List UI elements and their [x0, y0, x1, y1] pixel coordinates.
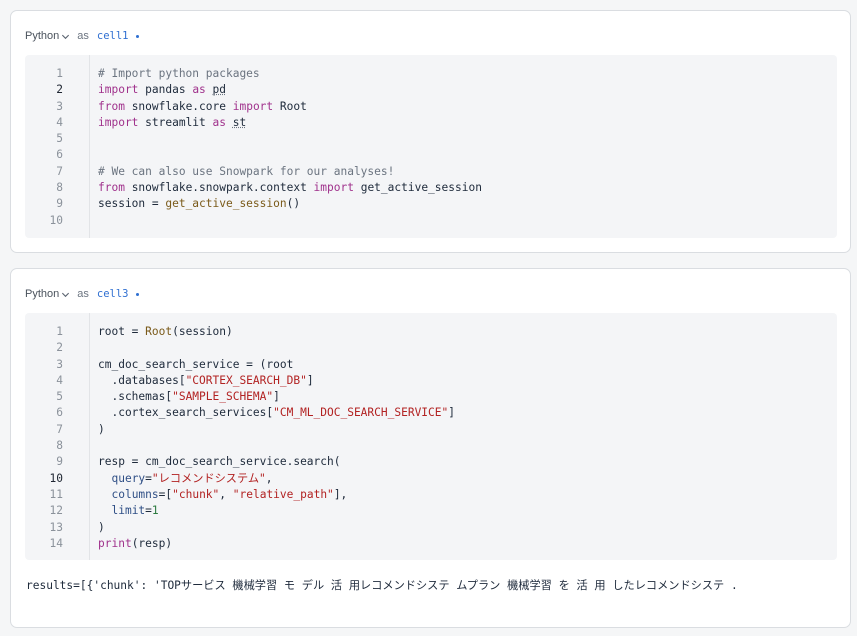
chevron-down-icon [62, 34, 70, 39]
code-line[interactable]: 10 [25, 213, 837, 229]
code-line[interactable]: 11 columns=["chunk", "relative_path"], [25, 487, 837, 503]
as-label: as [77, 288, 89, 300]
code-line[interactable]: 4 .databases["CORTEX_SEARCH_DB"] [25, 373, 837, 389]
line-number: 3 [56, 357, 63, 371]
cell-header: Python as cell3 [25, 286, 140, 302]
code-line[interactable]: 5 [25, 131, 837, 147]
line-number: 7 [56, 164, 63, 178]
code-text: .databases["CORTEX_SEARCH_DB"] [98, 373, 314, 387]
code-line[interactable]: 7) [25, 422, 837, 438]
code-editor[interactable]: 1 # Import python packages 2 import pandas … [25, 55, 837, 238]
code-line[interactable]: 5 .schemas["SAMPLE_SCHEMA"] [25, 389, 837, 405]
code-line[interactable]: 6 .cortex_search_services["CM_ML_DOC_SEA… [25, 405, 837, 421]
code-line[interactable]: 3 cm_doc_search_service = (root [25, 357, 837, 373]
line-number: 12 [49, 504, 63, 518]
code-text: print(resp) [98, 536, 173, 550]
line-number: 11 [49, 487, 63, 501]
code-line[interactable]: 3 from snowflake.core import Root [25, 99, 837, 115]
line-number: 8 [56, 181, 63, 195]
code-lines: 1 root = Root(session) 2 3 cm_doc_search_ser… [25, 324, 837, 552]
line-number: 8 [56, 439, 63, 453]
line-number: 7 [56, 422, 63, 436]
line-number: 10 [49, 213, 63, 227]
line-number: 6 [56, 406, 63, 420]
code-line[interactable]: 9 session = get_active_session() [25, 196, 837, 212]
code-line[interactable]: 14 print(resp) [25, 536, 837, 552]
cell-name-field[interactable]: cell3 [97, 288, 129, 300]
code-text: # We can also use Snowpark for our analy… [98, 164, 395, 178]
line-number: 9 [56, 455, 63, 469]
code-text: query="レコメンドシステム", [111, 471, 273, 485]
line-number: 5 [56, 390, 63, 404]
chevron-down-icon [62, 292, 70, 297]
cell-output: results=[{'chunk': 'TOPサービス 機械学習 モ デル 活 … [26, 579, 738, 592]
code-text: .cortex_search_services["CM_ML_DOC_SEARC… [98, 406, 455, 420]
line-number: 14 [49, 536, 63, 550]
code-line[interactable]: 1 # Import python packages [25, 66, 837, 82]
code-line[interactable]: 9 resp = cm_doc_search_service.search( [25, 454, 837, 470]
line-number: 10 [49, 471, 63, 485]
code-text: session = get_active_session() [98, 197, 301, 211]
line-number: 2 [56, 83, 63, 97]
code-text: limit=1 [111, 504, 159, 518]
code-line[interactable]: 12 limit=1 [25, 503, 837, 519]
code-line[interactable]: 4 import streamlit as st [25, 115, 837, 131]
code-text: # Import python packages [98, 67, 260, 80]
notebook-cell-3[interactable]: Python as cell3 1 root = Root(session) 2 3 c… [10, 268, 851, 628]
line-number: 1 [56, 325, 63, 338]
code-line[interactable]: 2 import pandas as pd [25, 82, 837, 98]
line-number: 13 [49, 520, 63, 534]
as-label: as [77, 30, 89, 42]
line-number: 4 [56, 373, 63, 387]
language-label: Python [25, 30, 60, 42]
code-line[interactable]: 1 root = Root(session) [25, 324, 837, 340]
code-line[interactable]: 10 query="レコメンドシステム", [25, 471, 837, 487]
line-number: 1 [56, 67, 63, 80]
code-text: root = Root(session) [98, 325, 233, 338]
code-text: cm_doc_search_service = (root [98, 357, 294, 371]
code-line[interactable]: 7 # We can also use Snowpark for our anal… [25, 164, 837, 180]
code-text: ) [98, 520, 105, 534]
code-line[interactable]: 6 [25, 147, 837, 163]
line-number: 9 [56, 197, 63, 211]
code-text: import streamlit as st [98, 115, 247, 129]
line-number: 5 [56, 132, 63, 146]
unsaved-dot-icon [136, 292, 140, 296]
code-text: import pandas as pd [98, 83, 227, 97]
code-text: from snowflake.snowpark.context import g… [98, 181, 482, 195]
code-line[interactable]: 13) [25, 520, 837, 536]
unsaved-dot-icon [136, 34, 140, 38]
line-number: 4 [56, 115, 63, 129]
notebook-cell-1[interactable]: Python as cell1 1 # Import python package… [10, 10, 851, 253]
code-line[interactable]: 2 [25, 340, 837, 356]
code-editor[interactable]: 1 root = Root(session) 2 3 cm_doc_search_ser… [25, 313, 837, 560]
language-selector[interactable]: Python [25, 30, 70, 42]
line-number: 6 [56, 148, 63, 162]
code-text: from snowflake.core import Root [98, 99, 307, 113]
code-text: .schemas["SAMPLE_SCHEMA"] [98, 390, 280, 404]
code-text: ) [98, 422, 105, 436]
cell-name-field[interactable]: cell1 [97, 30, 129, 42]
code-text: columns=["chunk", "relative_path"], [111, 487, 348, 501]
language-label: Python [25, 288, 60, 300]
language-selector[interactable]: Python [25, 288, 70, 300]
code-line[interactable]: 8 [25, 438, 837, 454]
cell-header: Python as cell1 [25, 28, 140, 44]
line-number: 3 [56, 99, 63, 113]
line-number: 2 [56, 341, 63, 355]
code-text: resp = cm_doc_search_service.search( [98, 455, 341, 469]
code-line[interactable]: 8 from snowflake.snowpark.context import … [25, 180, 837, 196]
code-lines: 1 # Import python packages 2 import pandas … [25, 66, 837, 229]
